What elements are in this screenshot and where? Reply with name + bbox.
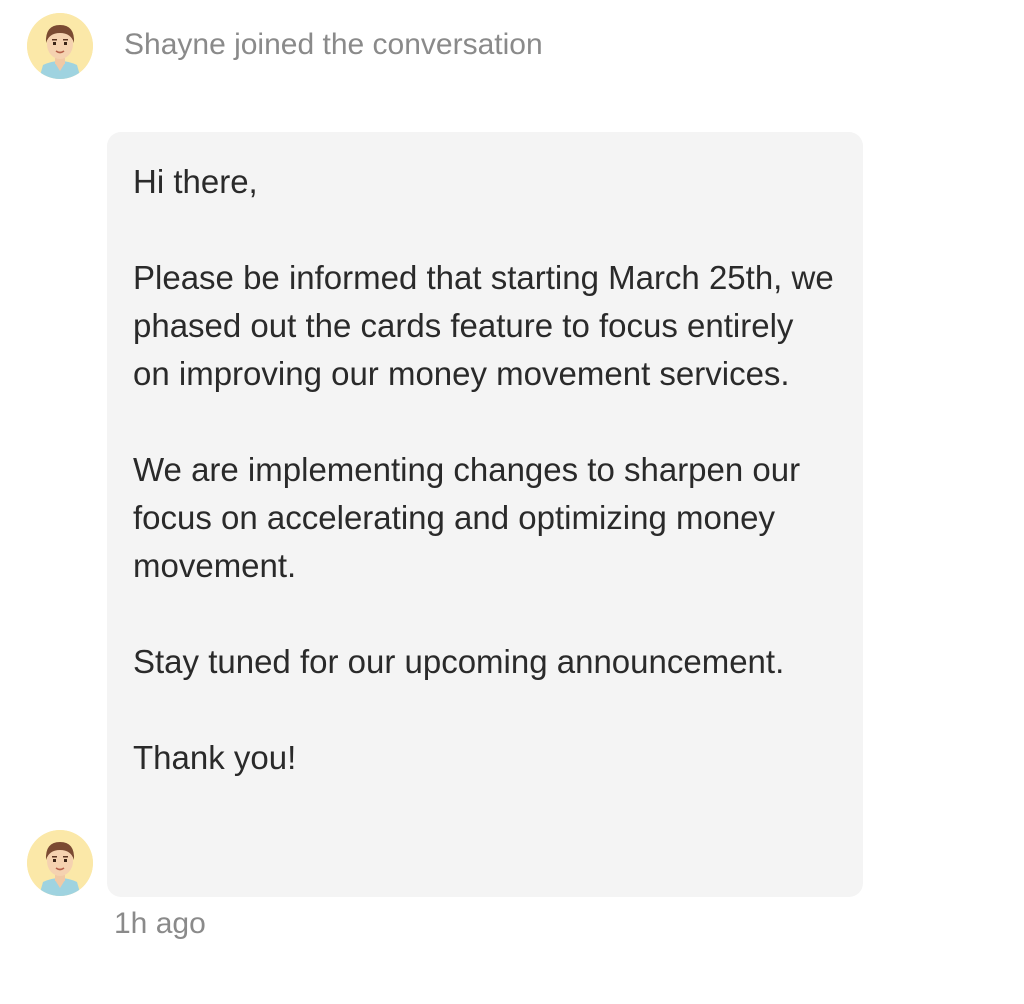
message-paragraph: Please be informed that starting March 2… <box>133 259 834 392</box>
message-paragraph: Thank you! <box>133 739 297 776</box>
message-timestamp: 1h ago <box>114 907 206 940</box>
agent-avatar-icon <box>27 830 93 896</box>
system-message-joined: Shayne joined the conversation <box>124 28 543 61</box>
message-paragraph: Hi there, <box>133 163 258 200</box>
agent-avatar[interactable] <box>27 13 93 79</box>
message-paragraph: Stay tuned for our upcoming announcement… <box>133 643 785 680</box>
agent-avatar[interactable] <box>27 830 93 896</box>
agent-avatar-icon <box>27 13 93 79</box>
message-bubble: Hi there, Please be informed that starti… <box>107 132 863 897</box>
message-paragraph: We are implementing changes to sharpen o… <box>133 451 801 584</box>
